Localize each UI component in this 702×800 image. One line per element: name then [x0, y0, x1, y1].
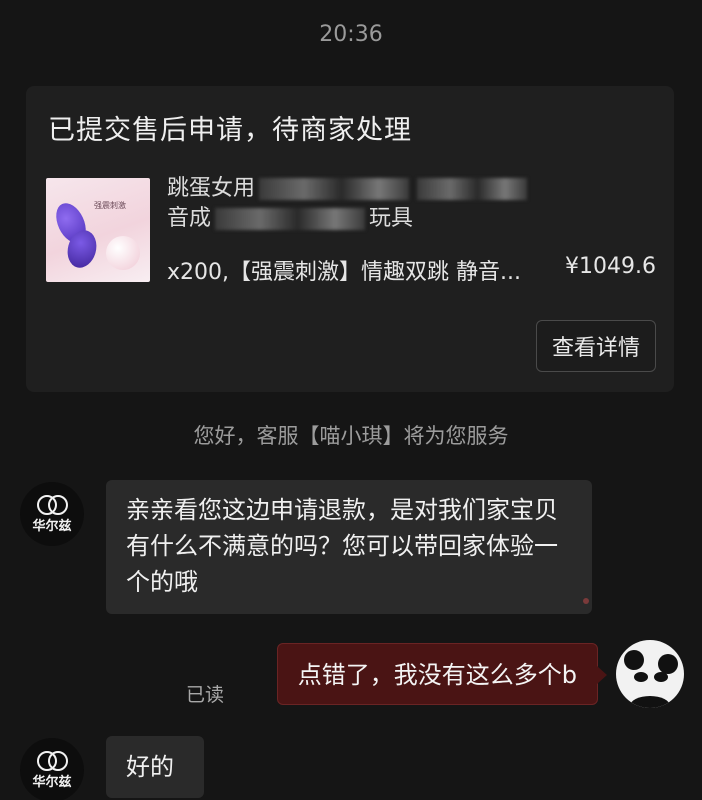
panda-eye-icon: [654, 672, 668, 682]
chat-screen: 20:36 已提交售后申请，待商家处理 强震刺激 跳蛋女用 音成 玩具 x200,…: [0, 0, 702, 800]
system-notice: 您好，客服【喵小琪】将为您服务: [193, 424, 509, 448]
product-title-end: 玩具: [369, 206, 414, 231]
product-price: ¥1049.6: [565, 254, 656, 279]
merchant-avatar[interactable]: 华尔兹: [20, 738, 84, 800]
order-card[interactable]: 已提交售后申请，待商家处理 强震刺激 跳蛋女用 音成 玩具 x200,【强震刺激】…: [26, 86, 674, 392]
view-details-button[interactable]: 查看详情: [536, 320, 656, 372]
panda-body-icon: [630, 696, 670, 708]
product-title-start: 跳蛋女用: [167, 176, 256, 201]
product-image-ball: [106, 236, 140, 270]
panda-eye-icon: [634, 672, 648, 682]
read-receipt: 已读: [185, 684, 224, 706]
logo-rings-icon: [37, 750, 68, 771]
product-variant: x200,【强震刺激】情趣双跳 静音...: [167, 260, 521, 285]
product-thumbnail[interactable]: 强震刺激: [46, 178, 150, 282]
merchant-logo-text: 华尔兹: [32, 518, 72, 534]
merchant-logo-text: 华尔兹: [32, 774, 72, 790]
message-dot-icon: [583, 598, 589, 604]
redacted-text: [417, 178, 528, 200]
redacted-text: [215, 208, 366, 230]
product-title[interactable]: 跳蛋女用 音成 玩具: [167, 174, 657, 234]
panda-ear-icon: [624, 650, 644, 670]
logo-rings-icon: [37, 494, 68, 515]
thumbnail-caption: 强震刺激: [94, 201, 126, 210]
user-message[interactable]: 点错了，我没有这么多个b: [276, 643, 608, 705]
redacted-text: [259, 178, 410, 200]
user-avatar[interactable]: [616, 640, 684, 708]
message-timestamp: 20:36: [319, 22, 383, 47]
product-title-line2: 音成: [167, 206, 212, 231]
panda-ear-icon: [658, 654, 678, 674]
merchant-avatar[interactable]: 华尔兹: [20, 482, 84, 546]
merchant-message[interactable]: 好的: [106, 736, 204, 798]
order-status: 已提交售后申请，待商家处理: [48, 115, 412, 146]
merchant-message[interactable]: 亲亲看您这边申请退款，是对我们家宝贝有什么不满意的吗？您可以带回家体验一个的哦: [106, 480, 592, 614]
